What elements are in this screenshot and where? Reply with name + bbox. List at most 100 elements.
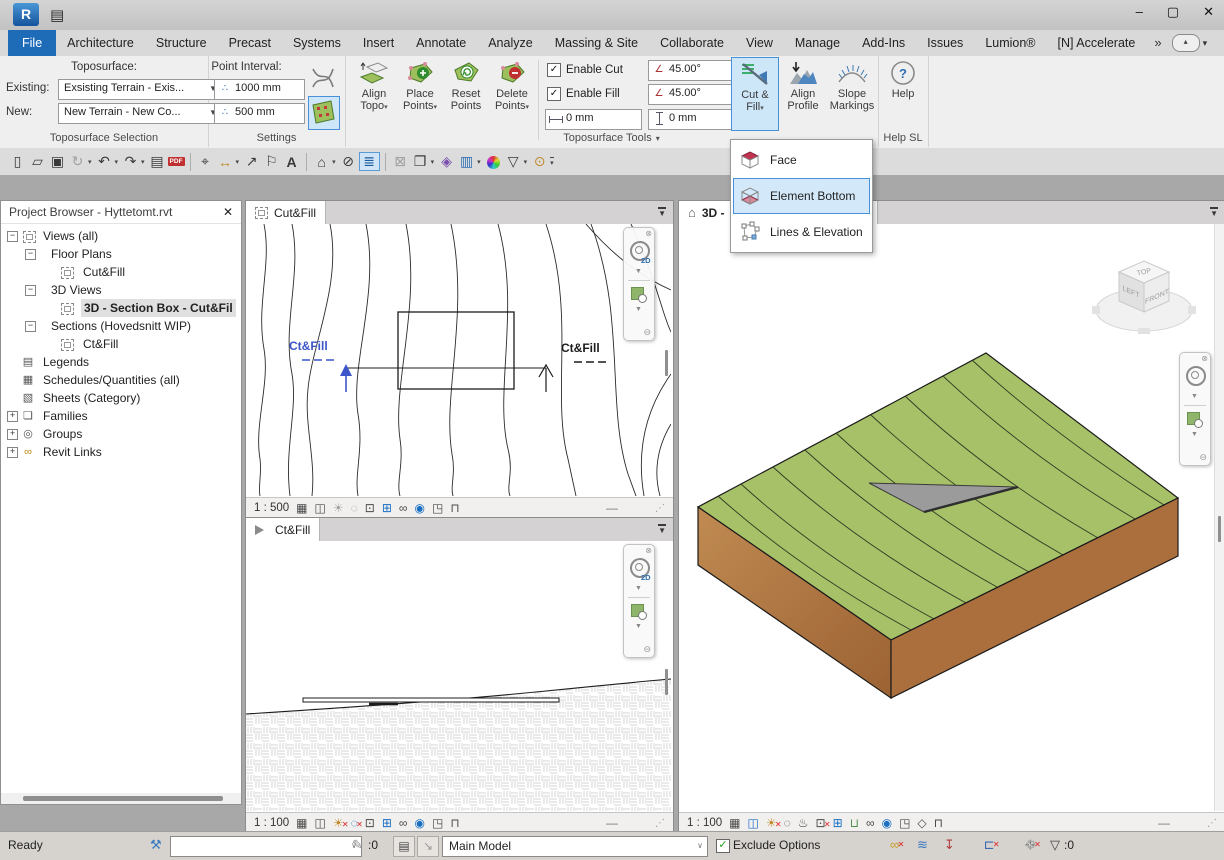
tab-systems[interactable]: Systems bbox=[282, 30, 352, 56]
tab-collaborate[interactable]: Collaborate bbox=[649, 30, 735, 56]
steering-wheel-icon[interactable] bbox=[1186, 366, 1206, 386]
redo-icon[interactable]: ↷ bbox=[121, 153, 140, 170]
tag-icon[interactable]: ⚐ bbox=[262, 153, 281, 170]
ribbon-state-caret-icon[interactable]: ▾ bbox=[1203, 30, 1208, 56]
minimize-navbar-icon[interactable]: ⊖ bbox=[643, 644, 651, 655]
section-view-tab[interactable]: Ct&Fill bbox=[246, 518, 320, 541]
detail-level-icon[interactable]: ◫ bbox=[315, 501, 326, 515]
tree-item-groups[interactable]: + ◎ Groups bbox=[1, 425, 241, 443]
ribbon-state-icon[interactable]: ▴ bbox=[1172, 34, 1200, 52]
vertical-scrollbar[interactable] bbox=[1214, 224, 1224, 811]
visual-style-icon[interactable]: ▦ bbox=[296, 816, 307, 830]
select-links-icon[interactable]: ∞ bbox=[890, 837, 899, 852]
resize-grip-icon[interactable]: ⋰ bbox=[1207, 818, 1217, 829]
scale-button[interactable]: 1 : 500 bbox=[254, 502, 289, 514]
slope-markings-button[interactable]: Slope Markings bbox=[827, 57, 877, 129]
simplify-surface-button[interactable] bbox=[308, 62, 340, 96]
reveal-constraints-icon[interactable]: ⊓ bbox=[450, 816, 459, 830]
tab-accelerate[interactable]: [N] Accelerate bbox=[1047, 30, 1147, 56]
sun-settings-icon[interactable]: ⊙ bbox=[530, 153, 549, 170]
chevron-down-icon[interactable]: ▼ bbox=[635, 268, 642, 275]
pad-section-line[interactable] bbox=[303, 698, 559, 702]
model-line-icon[interactable]: ↗ bbox=[242, 153, 261, 170]
section-icon[interactable]: ⊘ bbox=[339, 153, 358, 170]
exclude-options-checkbox[interactable]: ✓ bbox=[716, 839, 730, 853]
filter-icon[interactable]: ▽ bbox=[504, 153, 523, 170]
worksharing-display-icon[interactable]: ◳ bbox=[899, 816, 910, 830]
synchronize-icon[interactable]: ↻ bbox=[68, 153, 87, 170]
horizontal-scrollbar[interactable] bbox=[1, 793, 241, 804]
chevron-down-icon[interactable]: ▼ bbox=[1191, 393, 1198, 400]
collapse-icon[interactable]: − bbox=[7, 231, 18, 242]
sun-path-icon[interactable]: ☀ bbox=[766, 816, 777, 830]
detail-level-icon[interactable]: ◫ bbox=[315, 816, 326, 830]
measure-icon[interactable]: ⌖ bbox=[196, 153, 215, 170]
tab-file[interactable]: File bbox=[8, 30, 56, 56]
worksharing-display-settings-icon[interactable]: ▤ bbox=[393, 836, 415, 857]
cut-fill-button[interactable]: Cut & Fill▾ bbox=[731, 57, 779, 131]
select-underlay-elements-icon[interactable]: ≋ bbox=[917, 837, 928, 853]
scrollbar-dash[interactable]: — bbox=[1158, 816, 1170, 830]
tree-item-sections[interactable]: − Sections (Hovedsnitt WIP) bbox=[1, 317, 241, 335]
tree-item-ctfill-section[interactable]: Ct&Fill bbox=[1, 335, 241, 353]
unlock-3d-view-icon[interactable]: ⊔ bbox=[850, 816, 859, 830]
menu-item-face[interactable]: Face bbox=[733, 142, 870, 178]
tree-item-legends[interactable]: ▤ Legends bbox=[1, 353, 241, 371]
render-icon[interactable]: ♨ bbox=[798, 816, 809, 830]
export-pdf-icon[interactable]: PDF bbox=[168, 157, 185, 166]
document-icon[interactable]: ▤ bbox=[50, 6, 64, 24]
zoom-icon[interactable] bbox=[631, 287, 644, 300]
aligned-dimension-icon[interactable]: ↔ bbox=[216, 154, 235, 170]
crop-view-icon[interactable]: ⊡ bbox=[816, 816, 826, 830]
tree-item-revit-links[interactable]: + ∞ Revit Links bbox=[1, 443, 241, 461]
view-tab-menu-icon[interactable]: ▼ bbox=[658, 207, 666, 218]
minimize-navbar-icon[interactable]: ⊖ bbox=[643, 327, 651, 338]
menu-item-element-bottom[interactable]: Element Bottom bbox=[733, 178, 870, 214]
color-wheel-icon[interactable] bbox=[484, 154, 503, 170]
switch-windows-icon[interactable]: ❐ bbox=[411, 153, 430, 170]
tree-item-families[interactable]: + ❏ Families bbox=[1, 407, 241, 425]
point-interval-secondary-field[interactable]: ∴500 mm bbox=[214, 103, 305, 124]
resize-grip-icon[interactable]: ⋰ bbox=[655, 503, 665, 514]
reveal-constraints-icon[interactable]: ⊓ bbox=[934, 816, 943, 830]
text-icon[interactable]: A bbox=[282, 154, 301, 170]
building-pad-outline[interactable] bbox=[398, 312, 514, 389]
zoom-icon[interactable] bbox=[631, 604, 644, 617]
select-pinned-elements-icon[interactable]: ↧ bbox=[944, 837, 955, 853]
crop-view-icon[interactable]: ⊡ bbox=[365, 816, 375, 830]
reveal-constraints-icon[interactable]: ⊓ bbox=[450, 501, 459, 515]
filter-icon[interactable]: ▽ bbox=[1050, 837, 1060, 853]
points-from-surface-button[interactable] bbox=[308, 96, 340, 130]
tab-analyze[interactable]: Analyze bbox=[477, 30, 543, 56]
shadows-icon[interactable]: ◌ bbox=[351, 816, 358, 830]
paste-icon[interactable]: ▥ bbox=[457, 153, 476, 170]
vertical-scrollbar-thumb[interactable] bbox=[665, 350, 668, 376]
design-options-pick-icon[interactable]: ↘ bbox=[417, 836, 439, 857]
design-options-select[interactable]: Main Model∨ bbox=[442, 836, 708, 857]
tab-view[interactable]: View bbox=[735, 30, 784, 56]
tree-item-3d-views[interactable]: − 3D Views bbox=[1, 281, 241, 299]
crop-region-visibility-icon[interactable]: ⊞ bbox=[382, 816, 392, 830]
view-cube[interactable]: TOP LEFT FRONT bbox=[1084, 244, 1204, 344]
close-icon[interactable]: ⊗ bbox=[1201, 354, 1208, 363]
view-tab-menu-icon[interactable]: ▼ bbox=[658, 524, 666, 535]
select-elements-by-face-icon[interactable]: ⊏ bbox=[984, 837, 995, 852]
crop-region-visibility-icon[interactable]: ⊞ bbox=[382, 501, 392, 515]
plan-view-canvas[interactable]: Ct&Fill Ct&Fill ⊗ 2D ▼ ▼ bbox=[246, 224, 673, 496]
detail-level-icon[interactable]: ◫ bbox=[748, 816, 759, 830]
tab-issues[interactable]: Issues bbox=[916, 30, 974, 56]
temporary-hide-isolate-icon[interactable]: ◉ bbox=[414, 501, 424, 515]
scrollbar-dash[interactable]: — bbox=[606, 501, 618, 515]
view-tab-menu-icon[interactable]: ▼ bbox=[1210, 207, 1218, 218]
thin-lines-icon[interactable]: ≣ bbox=[359, 152, 380, 171]
tab-manage[interactable]: Manage bbox=[784, 30, 851, 56]
help-button[interactable]: ? Help bbox=[882, 57, 924, 129]
worksets-select[interactable]: ∨ bbox=[170, 836, 362, 857]
tab-add-ins[interactable]: Add-Ins bbox=[851, 30, 916, 56]
menu-item-lines-elevation[interactable]: Lines & Elevation bbox=[733, 214, 870, 250]
collapse-icon[interactable]: − bbox=[25, 321, 36, 332]
crop-view-icon[interactable]: ⊡ bbox=[365, 501, 375, 515]
editing-requests-icon[interactable]: ✎ bbox=[352, 837, 363, 853]
worksharing-display-icon[interactable]: ◳ bbox=[432, 816, 443, 830]
sun-path-icon[interactable]: ☀ bbox=[333, 816, 344, 830]
